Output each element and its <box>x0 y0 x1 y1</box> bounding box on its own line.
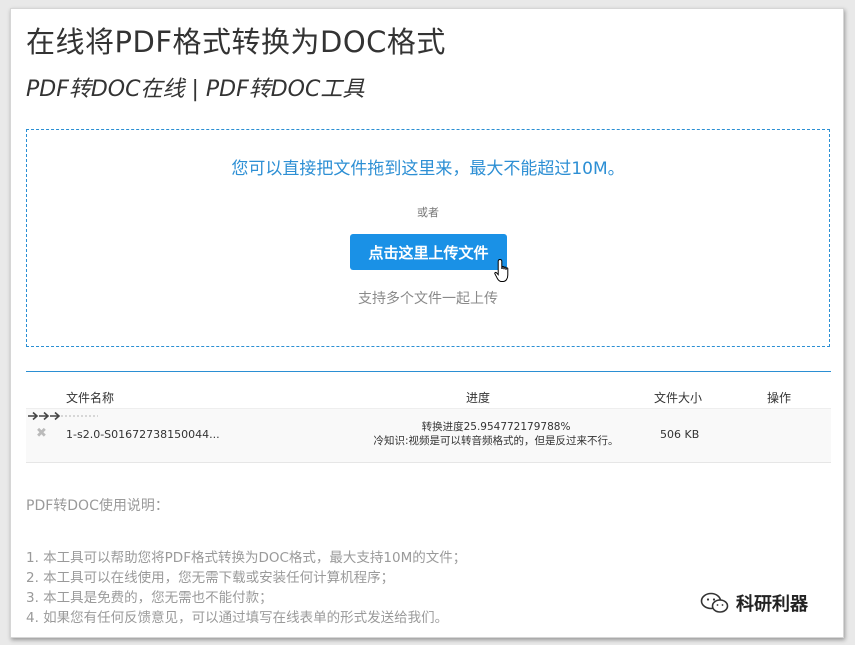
file-table-header: 文件名称 进度 文件大小 操作 <box>26 389 831 407</box>
multi-upload-hint: 支持多个文件一起上传 <box>358 291 498 307</box>
instruction-item: 4. 如果您有任何反馈意见，可以通过填写在线表单的形式发送给我们。 <box>26 610 449 626</box>
column-action: 操作 <box>767 391 792 405</box>
loading-arrows-icon <box>28 411 98 421</box>
remove-file-icon[interactable]: ✖ <box>36 427 48 440</box>
column-filename: 文件名称 <box>66 391 115 405</box>
progress-tip: 冷知识:视频是可以转音频格式的，但是反过来不行。 <box>373 435 619 447</box>
instruction-item: 1. 本工具可以帮助您将PDF格式转换为DOC格式，最大支持10M的文件； <box>26 550 467 566</box>
column-progress: 进度 <box>466 391 491 405</box>
file-size: 506 KB <box>660 428 700 441</box>
processing-status <box>26 409 106 423</box>
watermark-text: 科研利器 <box>736 594 808 615</box>
wechat-icon <box>700 592 729 613</box>
instruction-item: 2. 本工具可以在线使用，您无需下载或安装任何计算机程序； <box>26 570 395 586</box>
drop-hint: 您可以直接把文件拖到这里来，最大不能超过10M。 <box>231 159 625 179</box>
conversion-progress: 转换进度25.954772179788% 冷知识:视频是可以转音频格式的，但是反… <box>326 420 666 448</box>
or-separator: 或者 <box>417 206 439 219</box>
converter-card: 在线将PDF格式转换为DOC格式 PDF转DOC在线 | PDF转DOC工具 您… <box>10 8 844 638</box>
file-dropzone[interactable]: 您可以直接把文件拖到这里来，最大不能超过10M。 或者 点击这里上传文件 支持多… <box>26 129 830 347</box>
upload-file-button[interactable]: 点击这里上传文件 <box>350 234 507 270</box>
page-title: 在线将PDF格式转换为DOC格式 <box>26 25 446 59</box>
instructions-title: PDF转DOC使用说明： <box>26 498 169 514</box>
column-filesize: 文件大小 <box>654 391 703 405</box>
instruction-item: 3. 本工具是免费的，您无需也不能付款； <box>26 590 273 606</box>
hand-pointer-icon <box>494 258 509 282</box>
page-subtitle: PDF转DOC在线 | PDF转DOC工具 <box>26 77 365 102</box>
table-row: ✖ 1-s2.0-S01672738150044... 转换进度25.95477… <box>26 408 831 463</box>
file-name: 1-s2.0-S01672738150044... <box>66 428 220 441</box>
progress-percent: 转换进度25.954772179788% <box>421 421 571 433</box>
table-top-border <box>26 371 831 372</box>
watermark: 科研利器 <box>700 590 808 616</box>
